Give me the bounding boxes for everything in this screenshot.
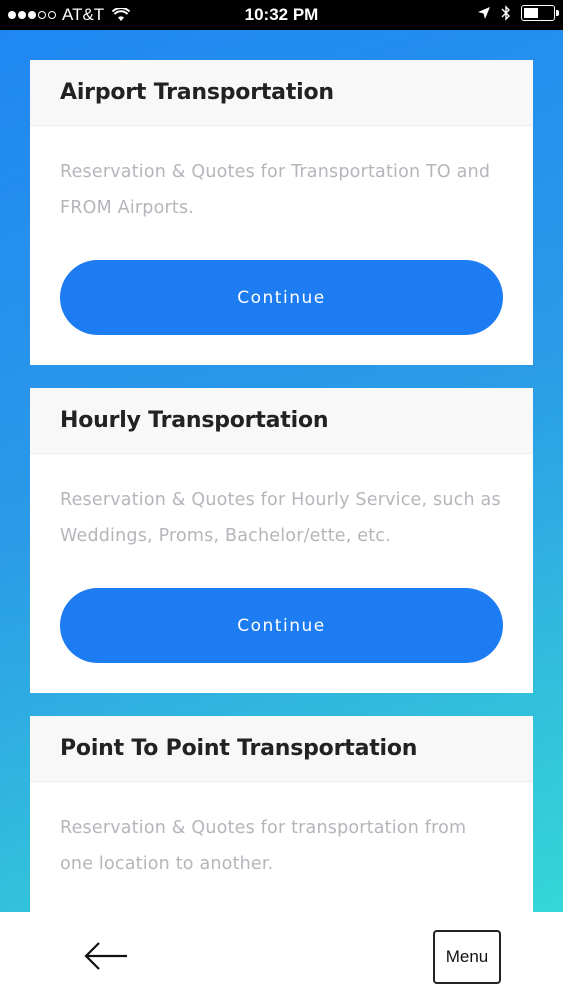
bottom-navigation-bar: Menu	[0, 912, 563, 1000]
airport-continue-button[interactable]: Continue	[60, 260, 503, 335]
card-body: Reservation & Quotes for transportation …	[30, 782, 533, 912]
battery-icon	[521, 5, 559, 21]
left-arrow-icon	[84, 942, 127, 970]
card-body: Reservation & Quotes for Transportation …	[30, 126, 533, 365]
card-header: Point To Point Transportation	[30, 716, 533, 782]
card-header: Airport Transportation	[30, 60, 533, 126]
card-title: Point To Point Transportation	[60, 736, 418, 761]
card-body: Reservation & Quotes for Hourly Service,…	[30, 454, 533, 693]
card-title: Hourly Transportation	[60, 408, 329, 433]
card-description: Reservation & Quotes for Hourly Service,…	[60, 490, 501, 546]
bluetooth-icon	[501, 5, 510, 21]
hourly-transportation-card: Hourly Transportation Reservation & Quot…	[30, 388, 533, 693]
card-description: Reservation & Quotes for Transportation …	[60, 162, 491, 218]
card-header: Hourly Transportation	[30, 388, 533, 454]
point-to-point-transportation-card: Point To Point Transportation Reservatio…	[30, 716, 533, 916]
menu-button[interactable]: Menu	[433, 930, 501, 984]
status-bar: AT&T 10:32 PM	[0, 0, 563, 30]
airport-transportation-card: Airport Transportation Reservation & Quo…	[30, 60, 533, 365]
location-arrow-icon	[478, 7, 490, 19]
card-description: Reservation & Quotes for transportation …	[60, 818, 467, 874]
app-screen: AT&T 10:32 PM Airport Transportation Res…	[0, 0, 563, 1000]
card-title: Airport Transportation	[60, 80, 334, 105]
status-right	[477, 5, 559, 21]
hourly-continue-button[interactable]: Continue	[60, 588, 503, 663]
back-button[interactable]	[82, 936, 132, 976]
